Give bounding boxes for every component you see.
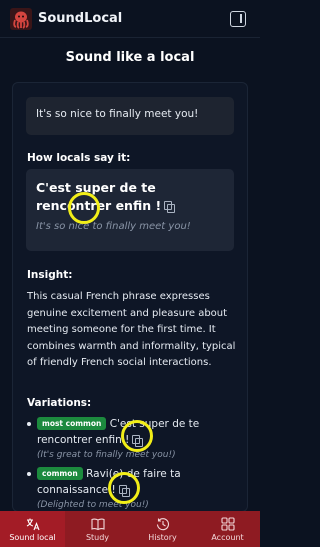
translation-box: C'est super de te rencontrer enfin ! It'… [26, 169, 234, 251]
app-header: SoundLocal [0, 0, 260, 38]
variations-label: Variations: [27, 397, 92, 409]
nav-history[interactable]: History [130, 511, 195, 547]
translation-meaning: It's so nice to finally meet you! [36, 221, 191, 232]
highlight-circle [68, 192, 100, 224]
nav-label: History [148, 532, 177, 542]
book-icon [90, 518, 105, 530]
sidebar-toggle-icon[interactable] [230, 11, 246, 27]
page-title: Sound like a local [65, 50, 195, 65]
insight-label: Insight: [27, 269, 73, 281]
grid-icon [220, 516, 235, 531]
nav-label: Account [211, 532, 244, 542]
copy-icon[interactable] [164, 201, 176, 213]
nav-sound-local[interactable]: Sound local [0, 511, 65, 547]
translation-text: C'est super de te rencontrer enfin ! [36, 179, 224, 215]
translate-icon [26, 518, 40, 530]
nav-label: Study [85, 532, 110, 542]
nav-study[interactable]: Study [65, 511, 130, 547]
app-name: SoundLocal [38, 11, 123, 26]
variation-meaning: (Delighted to meet you!) [37, 500, 149, 510]
highlight-circle [108, 472, 140, 504]
history-icon [156, 517, 169, 530]
octopus-logo-icon [10, 7, 32, 30]
nav-label: Sound local [9, 532, 56, 542]
input-phrase[interactable]: It's so nice to finally meet you! [26, 97, 234, 135]
translation-label: How locals say it: [27, 152, 131, 164]
bottom-nav: Sound local Study History Account [0, 511, 260, 547]
highlight-circle [121, 420, 153, 452]
frequency-badge: most common [37, 417, 107, 430]
nav-account[interactable]: Account [195, 511, 260, 547]
insight-text: This casual French phrase expresses genu… [27, 291, 236, 368]
frequency-badge: common [37, 467, 83, 480]
